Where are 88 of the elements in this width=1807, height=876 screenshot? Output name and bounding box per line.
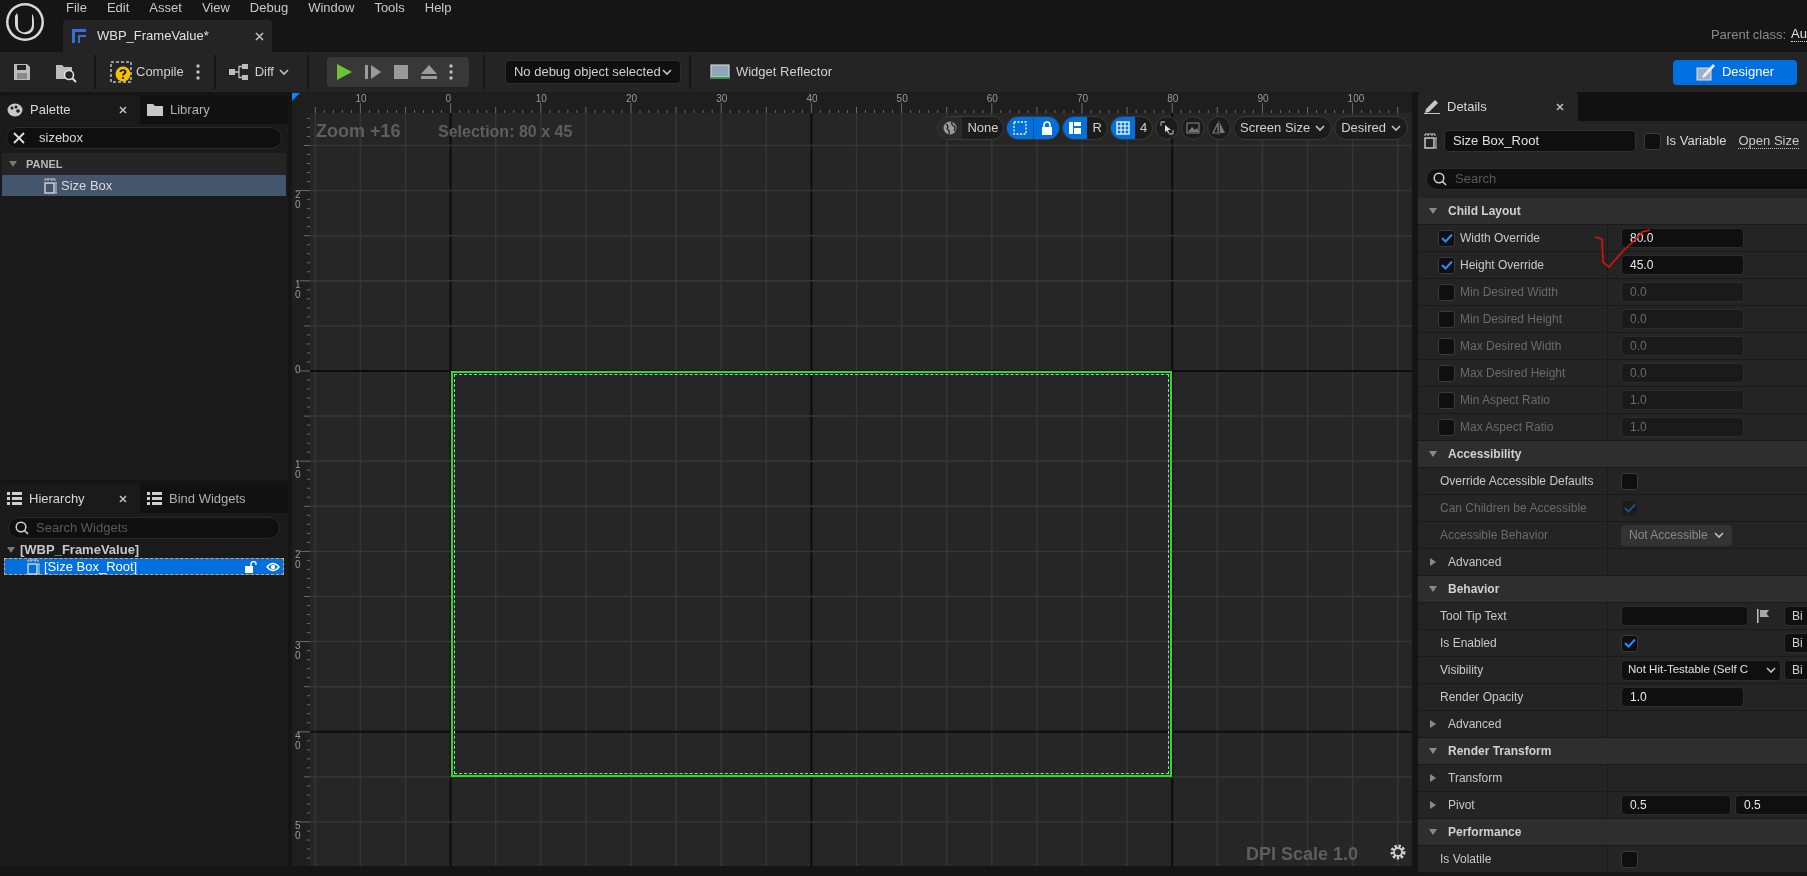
- property-label: Is Enabled: [1440, 635, 1497, 652]
- menu-item[interactable]: Asset: [149, 1, 182, 15]
- ruler-label: 30: [295, 640, 302, 661]
- selection-size-label: Selection: 80 x 45: [438, 122, 573, 142]
- category-header[interactable]: Child Layout: [1448, 202, 1521, 220]
- name-field[interactable]: Size Box_Root: [1444, 130, 1636, 152]
- category-header[interactable]: Accessibility: [1448, 445, 1522, 463]
- bind-button[interactable]: Bi: [1784, 660, 1807, 680]
- ruler-label: 50: [896, 94, 908, 104]
- property-label: Can Children be Accessible: [1440, 500, 1587, 517]
- designer-button[interactable]: Designer: [1673, 59, 1797, 85]
- menu-item[interactable]: Window: [308, 1, 355, 15]
- ruler-label: 0: [445, 94, 452, 104]
- debug-object-dropdown[interactable]: No debug object selected: [504, 60, 681, 84]
- palette-item[interactable]: Size Box: [2, 175, 286, 196]
- ruler-label: 90: [1257, 94, 1269, 104]
- menu-item[interactable]: Tools: [374, 1, 405, 15]
- ruler-label: 30: [716, 94, 728, 104]
- menu-item[interactable]: Edit: [106, 1, 130, 15]
- ruler-label: 0: [295, 365, 302, 375]
- is-variable-label: Is Variable: [1666, 132, 1727, 151]
- panel-tab[interactable]: Hierarchy: [0, 484, 140, 513]
- property-label: Render Opacity: [1440, 689, 1524, 706]
- diff-button[interactable]: Diff: [227, 57, 289, 87]
- view-toggle[interactable]: None: [937, 116, 1005, 140]
- ruler-label: 20: [626, 94, 638, 104]
- property-label: Tool Tip Text: [1440, 608, 1507, 625]
- parent-class-label: Parent class:: [1710, 25, 1787, 44]
- ruler-label: 10: [535, 94, 547, 104]
- parent-class-link[interactable]: Au: [1791, 26, 1807, 42]
- preview-dropdown[interactable]: Desired: [1334, 116, 1408, 140]
- category-header[interactable]: Performance: [1448, 823, 1522, 841]
- view-toggle[interactable]: R: [1062, 116, 1108, 140]
- menu-item[interactable]: File: [66, 1, 87, 15]
- ruler-label: 70: [1077, 94, 1089, 104]
- number-field[interactable]: 45.0: [1621, 255, 1744, 275]
- view-toggle[interactable]: 4: [1109, 116, 1154, 140]
- menu-item[interactable]: Debug: [249, 1, 289, 15]
- category-label: PANEL: [26, 156, 63, 172]
- property-label: Min Aspect Ratio: [1460, 392, 1551, 409]
- ruler-label: 20: [295, 189, 302, 210]
- bind-button[interactable]: Bi: [1784, 606, 1807, 626]
- property-label: Override Accessible Defaults: [1440, 473, 1594, 490]
- menu-item[interactable]: Help: [424, 1, 452, 15]
- category-header[interactable]: Behavior: [1448, 580, 1500, 598]
- ruler-label: 100: [1347, 94, 1365, 104]
- number-field[interactable]: 0.5: [1735, 795, 1807, 815]
- property-label: Accessible Behavior: [1440, 527, 1549, 544]
- bind-button[interactable]: Bi: [1784, 633, 1807, 653]
- property-label: Width Override: [1460, 230, 1541, 247]
- property-label: Max Aspect Ratio: [1460, 419, 1554, 436]
- property-label: Min Desired Width: [1460, 284, 1559, 301]
- property-label: Advanced: [1448, 554, 1502, 571]
- property-label: Is Volatile: [1440, 851, 1492, 868]
- details-tab[interactable]: Details: [1418, 92, 1578, 121]
- dropdown[interactable]: Not Hit-Testable (Self C: [1621, 659, 1781, 681]
- preview-dropdown[interactable]: Screen Size: [1233, 116, 1333, 140]
- number-field[interactable]: 1.0: [1621, 687, 1744, 707]
- property-label: Max Desired Width: [1460, 338, 1562, 355]
- dpi-scale-label: DPI Scale 1.0: [1246, 843, 1359, 866]
- number-field[interactable]: 0.5: [1621, 795, 1731, 815]
- panel-tab[interactable]: Palette: [0, 95, 140, 124]
- ruler-label: 40: [295, 730, 302, 751]
- menu-item[interactable]: View: [201, 1, 230, 15]
- property-label: Height Override: [1460, 257, 1545, 274]
- property-label: Min Desired Height: [1460, 311, 1563, 328]
- property-label: Advanced: [1448, 716, 1502, 733]
- zoom-label: Zoom +16: [316, 120, 401, 143]
- tree-item[interactable]: [WBP_FrameValue]: [20, 540, 140, 560]
- property-label: Visibility: [1440, 662, 1484, 679]
- ruler-label: 10: [295, 279, 302, 300]
- category-header[interactable]: Render Transform: [1448, 742, 1552, 760]
- search-field[interactable]: sizebox: [6, 127, 282, 149]
- property-label: Pivot: [1448, 797, 1475, 814]
- compile-button[interactable]: Compile: [110, 57, 184, 87]
- document-tab[interactable]: WBP_FrameValue*: [63, 20, 272, 52]
- tree-item[interactable]: [Size Box_Root]: [4, 558, 284, 575]
- ruler-label: 80: [1167, 94, 1179, 104]
- property-label: Max Desired Height: [1460, 365, 1566, 382]
- ruler-label: 10: [355, 94, 367, 104]
- ruler-label: 60: [986, 94, 998, 104]
- ruler-label: 40: [806, 94, 818, 104]
- property-label: Transform: [1448, 770, 1503, 787]
- widget-reflector-button[interactable]: Widget Reflector: [708, 57, 833, 87]
- open-link[interactable]: Open Size: [1738, 133, 1800, 149]
- ruler-label: 10: [295, 460, 302, 481]
- ruler-label: 50: [295, 821, 302, 841]
- ruler-label: 20: [295, 550, 302, 571]
